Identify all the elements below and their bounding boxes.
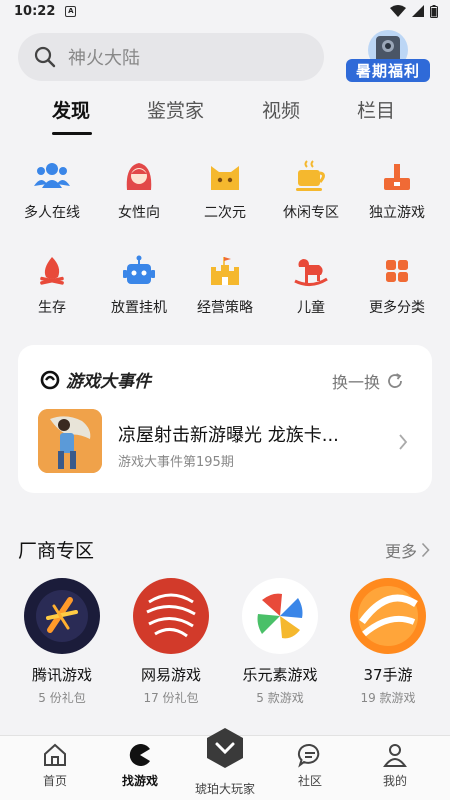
nav-label: 找游戏 xyxy=(121,774,158,788)
battery-icon xyxy=(430,4,438,18)
character-illustration-icon xyxy=(38,409,102,473)
people-icon xyxy=(34,163,70,188)
home-icon xyxy=(44,743,66,766)
vendor-count: 5 份礼包 xyxy=(38,691,86,705)
chat-icon xyxy=(297,743,320,768)
tab-connoisseur[interactable]: 鉴赏家 xyxy=(147,96,204,123)
refresh-button[interactable]: 换一换 xyxy=(332,369,404,393)
category-label: 更多分类 xyxy=(369,300,425,316)
cat-icon xyxy=(211,166,239,190)
category-indie[interactable]: 独立游戏 xyxy=(355,160,439,222)
nav-home[interactable]: 首页 xyxy=(15,742,95,789)
category-children[interactable]: 儿童 xyxy=(269,255,353,317)
event-logo-text: 游戏大事件 xyxy=(66,372,151,392)
tencent-games-logo xyxy=(24,578,100,654)
status-time: 10:22 xyxy=(14,3,56,19)
vendor-tencent[interactable]: 腾讯游戏 5 份礼包 xyxy=(12,578,112,706)
category-more[interactable]: 更多分类 xyxy=(355,255,439,317)
vendor-37games[interactable]: 37手游 19 款游戏 xyxy=(338,578,438,706)
nav-find-games[interactable]: 找游戏 xyxy=(100,742,180,789)
category-label: 经营策略 xyxy=(197,300,253,316)
nav-community[interactable]: 社区 xyxy=(270,742,350,789)
bottom-navigation: 首页 找游戏 琥珀大玩家 社区 我的 xyxy=(0,728,450,800)
campfire-icon xyxy=(40,257,64,285)
vendor-count: 19 款游戏 xyxy=(360,691,416,705)
event-thumbnail[interactable] xyxy=(38,409,102,473)
joystick-icon xyxy=(384,164,410,190)
netease-games-logo xyxy=(133,578,209,654)
sim-icon: A xyxy=(65,5,77,17)
vendor-count: 17 份礼包 xyxy=(143,691,199,705)
tab-columns[interactable]: 栏目 xyxy=(357,96,395,123)
vendor-name: 乐元素游戏 xyxy=(242,666,318,684)
tab-active-indicator xyxy=(52,132,92,135)
nav-label: 琥珀大玩家 xyxy=(194,782,255,796)
nav-label: 我的 xyxy=(382,774,407,788)
event-title: 凉屋射击新游曝光 龙族卡... xyxy=(118,425,339,446)
chevron-right-icon xyxy=(421,542,430,558)
vendors-more-button[interactable]: 更多 xyxy=(385,538,430,562)
vendor-happy-elements[interactable]: 乐元素游戏 5 款游戏 xyxy=(230,578,330,706)
status-bar: 10:22 A xyxy=(0,0,450,22)
vendor-name: 37手游 xyxy=(363,666,413,684)
nav-profile[interactable]: 我的 xyxy=(355,742,435,789)
event-logo: 游戏大事件 xyxy=(40,367,151,392)
tab-discover[interactable]: 发现 xyxy=(52,96,90,123)
vendor-count: 5 款游戏 xyxy=(256,691,304,705)
event-subtitle: 游戏大事件第195期 xyxy=(118,455,234,470)
wifi-icon xyxy=(390,5,406,17)
section-title-vendors: 厂商专区 xyxy=(18,540,95,562)
37-games-logo xyxy=(350,578,426,654)
vendor-netease[interactable]: 网易游戏 17 份礼包 xyxy=(121,578,221,706)
vendor-name: 腾讯游戏 xyxy=(31,666,92,684)
event-logo-icon xyxy=(40,370,60,389)
nav-label: 首页 xyxy=(42,774,67,788)
tab-video[interactable]: 视频 xyxy=(262,96,300,123)
vendor-name: 网易游戏 xyxy=(140,666,201,684)
category-casual[interactable]: 休闲专区 xyxy=(269,160,353,222)
person-icon xyxy=(383,744,407,767)
robot-icon xyxy=(123,255,155,284)
castle-icon xyxy=(211,257,239,285)
category-anime[interactable]: 二次元 xyxy=(183,160,267,222)
chevron-right-icon xyxy=(399,434,408,450)
search-icon xyxy=(34,46,56,68)
promo-badge[interactable]: 暑期福利 xyxy=(346,30,430,84)
category-strategy[interactable]: 经营策略 xyxy=(183,255,267,317)
promo-label: 暑期福利 xyxy=(346,59,430,82)
happy-elements-logo xyxy=(242,578,318,654)
category-label: 多人在线 xyxy=(24,205,80,221)
refresh-label: 换一换 xyxy=(331,373,380,392)
category-label: 放置挂机 xyxy=(111,300,167,316)
category-multiplayer[interactable]: 多人在线 xyxy=(10,160,94,222)
category-survival[interactable]: 生存 xyxy=(10,255,94,317)
coffee-icon xyxy=(296,160,325,191)
category-idle[interactable]: 放置挂机 xyxy=(97,255,181,317)
rocking-horse-icon xyxy=(294,259,328,286)
category-label: 女性向 xyxy=(118,205,160,221)
category-label: 生存 xyxy=(38,300,66,316)
category-label: 儿童 xyxy=(297,300,325,316)
category-label: 独立游戏 xyxy=(369,205,425,221)
tab-bar: 发现 鉴赏家 视频 栏目 xyxy=(0,96,450,140)
girl-icon xyxy=(126,163,152,190)
category-female[interactable]: 女性向 xyxy=(97,160,181,222)
category-label: 休闲专区 xyxy=(283,205,339,221)
vendors-more-label: 更多 xyxy=(384,542,417,561)
nav-amber-player[interactable]: 琥珀大玩家 xyxy=(193,726,257,797)
nav-label: 社区 xyxy=(297,774,322,788)
amber-hex-icon xyxy=(207,728,243,768)
search-input[interactable]: 神火大陆 xyxy=(68,44,140,70)
pacman-icon xyxy=(129,744,150,766)
refresh-icon xyxy=(388,373,402,388)
signal-icon xyxy=(412,5,424,17)
category-label: 二次元 xyxy=(204,205,246,221)
game-events-card[interactable]: 游戏大事件 换一换 凉屋射击新游曝光 龙族卡... 游戏大事件第195期 xyxy=(18,345,432,493)
search-bar[interactable]: 神火大陆 xyxy=(18,33,324,81)
grid-icon xyxy=(386,260,408,282)
